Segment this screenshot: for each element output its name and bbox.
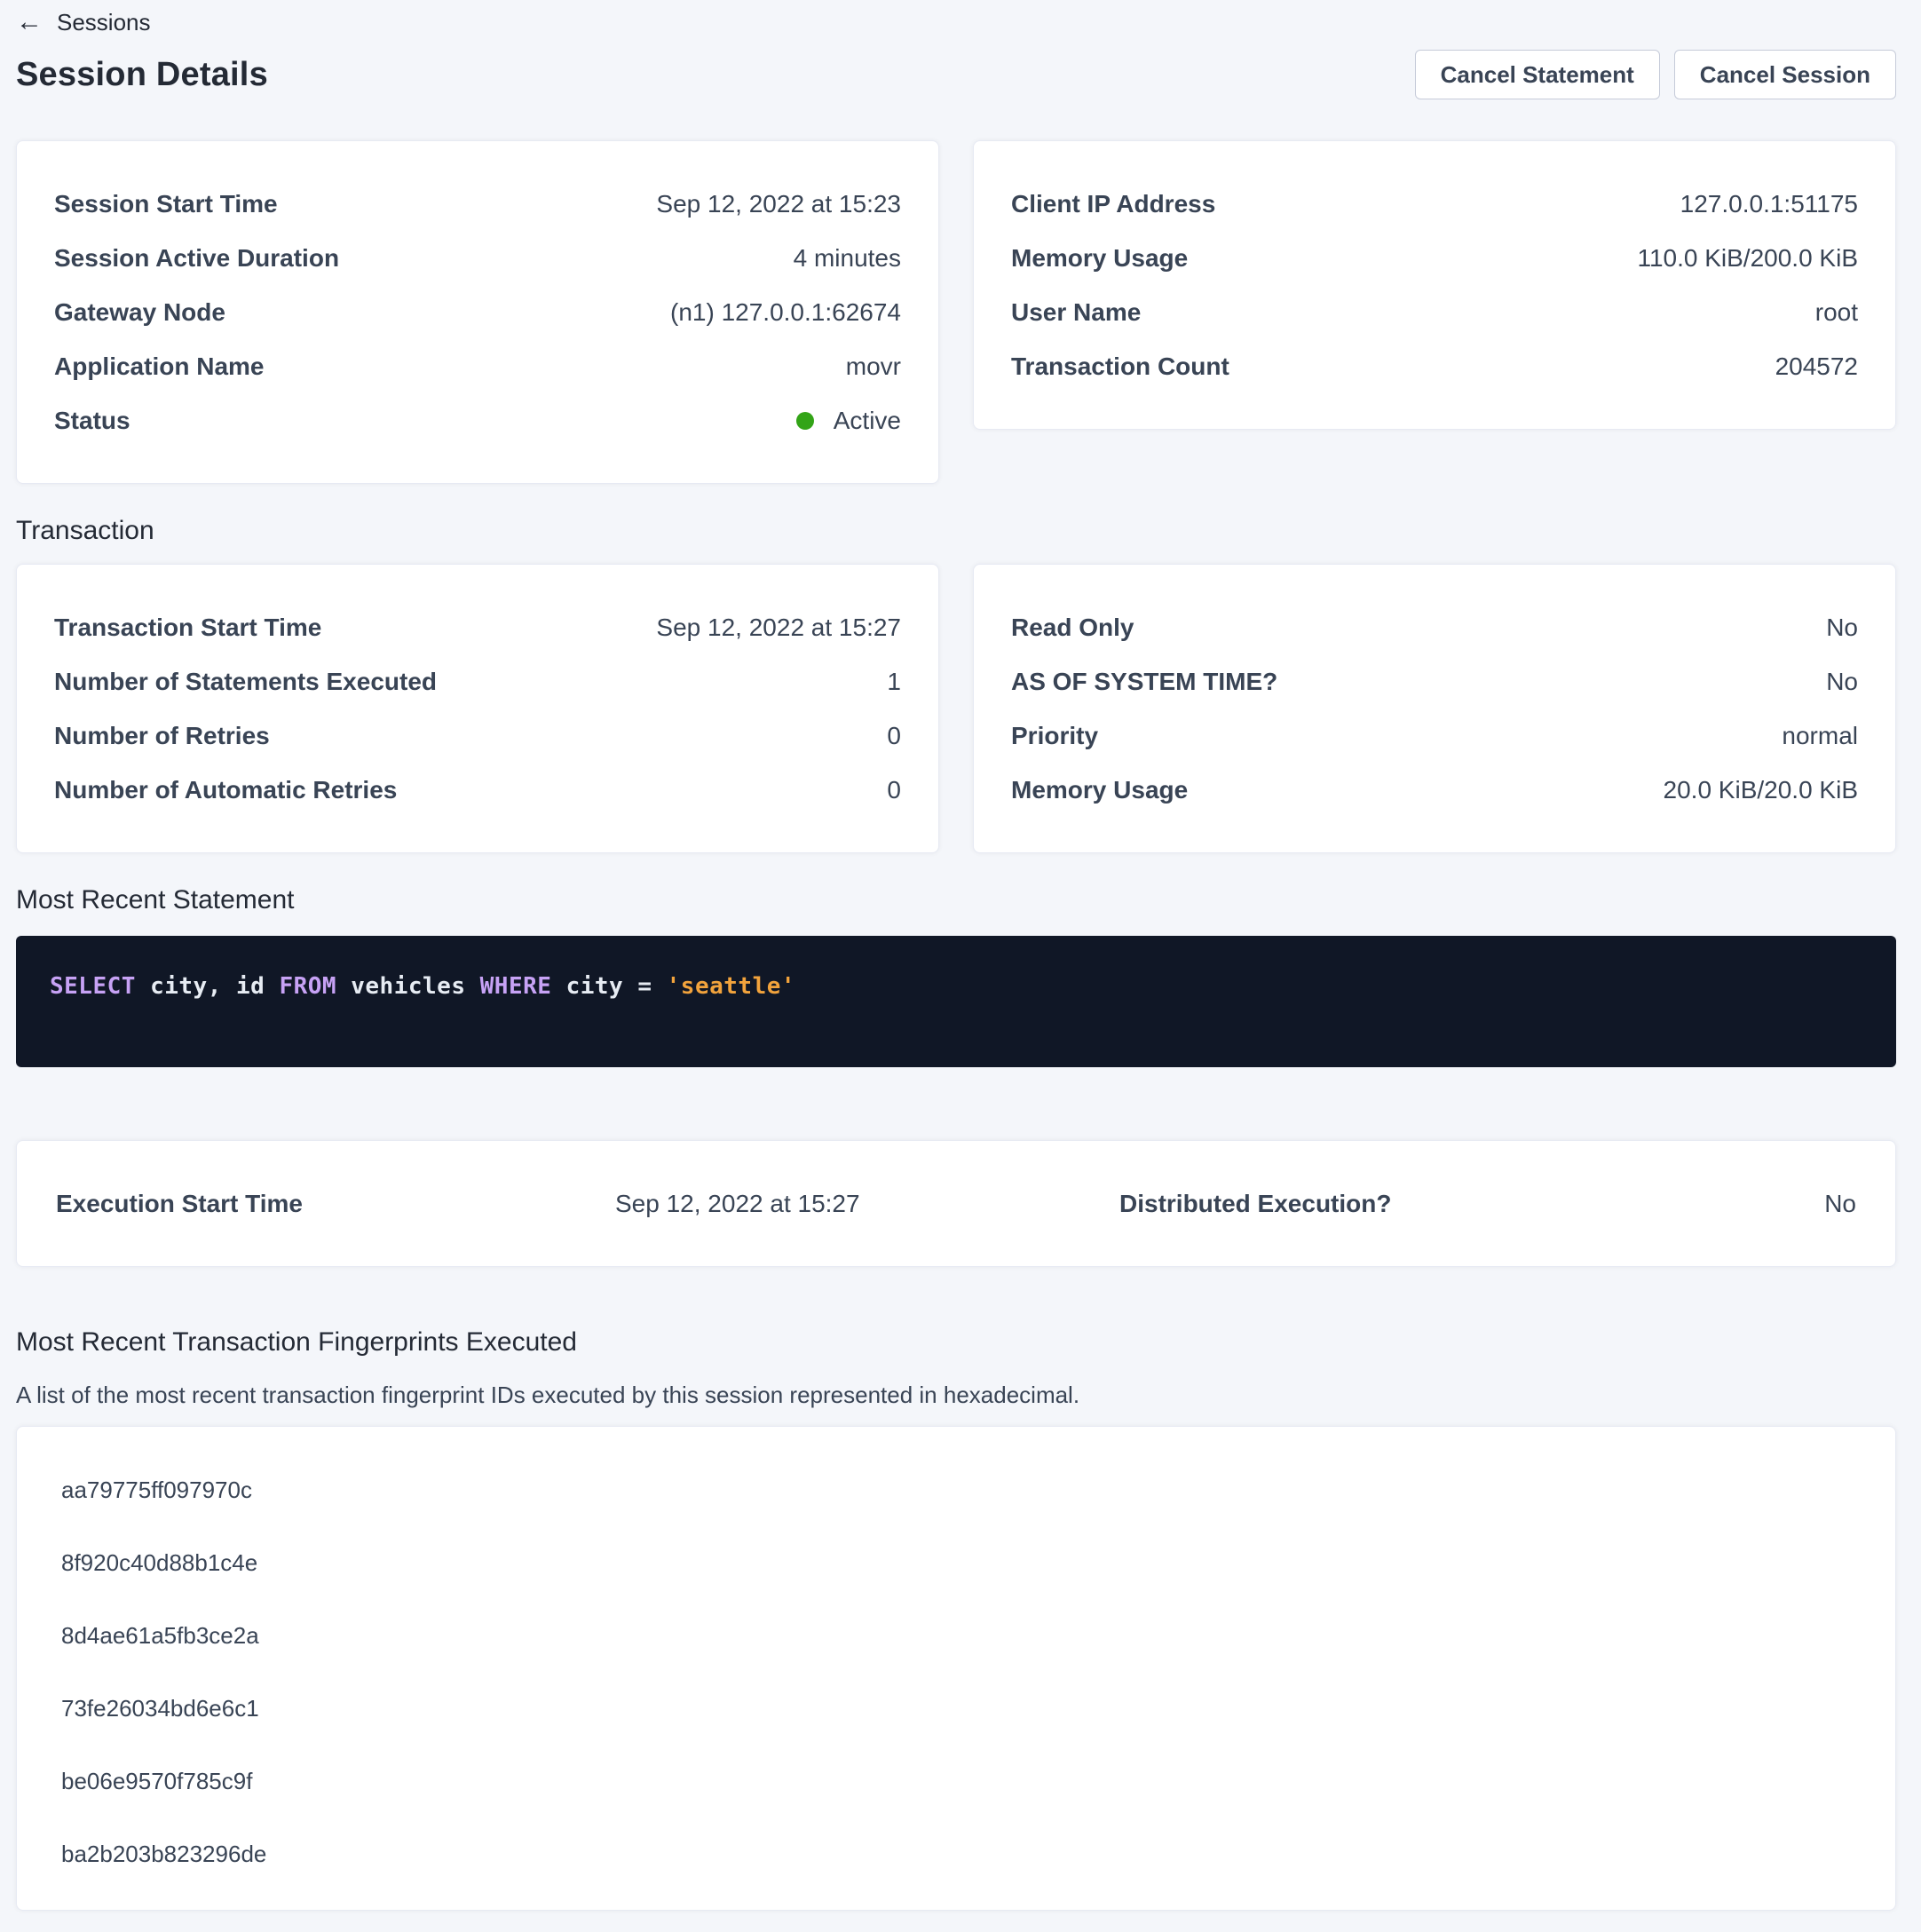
- kv-label: Session Start Time: [54, 190, 278, 218]
- execution-details-card: Execution Start Time Sep 12, 2022 at 15:…: [16, 1140, 1896, 1267]
- kv-row-session-active-duration: Session Active Duration 4 minutes: [54, 231, 901, 285]
- statement-section-heading: Most Recent Statement: [16, 883, 1896, 917]
- transaction-card-right: Read Only No AS OF SYSTEM TIME? No Prior…: [973, 564, 1896, 853]
- fingerprint-list-item: 73fe26034bd6e6c1: [61, 1672, 1856, 1745]
- kv-row-gateway-node: Gateway Node (n1) 127.0.0.1:62674: [54, 285, 901, 339]
- kv-label: Session Active Duration: [54, 244, 339, 273]
- kv-row-status: Status Active: [54, 393, 901, 447]
- kv-row-user-name: User Name root: [1011, 285, 1858, 339]
- kv-value: 0: [887, 776, 901, 804]
- kv-row-transaction-start-time: Transaction Start Time Sep 12, 2022 at 1…: [54, 600, 901, 654]
- fingerprint-list-item: aa79775ff097970c: [61, 1453, 1856, 1526]
- kv-value: 20.0 KiB/20.0 KiB: [1664, 776, 1858, 804]
- fingerprint-list-item: ba2b203b823296de: [61, 1817, 1856, 1890]
- sql-plain: city =: [551, 973, 666, 1000]
- kv-label: Application Name: [54, 352, 264, 381]
- top-nav: ← Sessions: [16, 0, 1896, 36]
- kv-value: 0: [887, 722, 901, 750]
- kv-row-client-ip: Client IP Address 127.0.0.1:51175: [1011, 177, 1858, 231]
- status-value: Active: [834, 407, 901, 435]
- session-summary-card-right: Client IP Address 127.0.0.1:51175 Memory…: [973, 140, 1896, 430]
- kv-label: Transaction Count: [1011, 352, 1229, 381]
- status-active-dot-icon: [796, 412, 814, 430]
- kv-label: AS OF SYSTEM TIME?: [1011, 668, 1277, 696]
- kv-label: Number of Automatic Retries: [54, 776, 397, 804]
- kv-label: Status: [54, 407, 130, 435]
- fingerprint-list-item: 8d4ae61a5fb3ce2a: [61, 1599, 1856, 1672]
- session-summary-row: Session Start Time Sep 12, 2022 at 15:23…: [16, 140, 1896, 484]
- distributed-execution-value: No: [1824, 1190, 1856, 1218]
- kv-row-retries: Number of Retries 0: [54, 709, 901, 763]
- sql-keyword: SELECT: [50, 973, 136, 1000]
- kv-row-session-start-time: Session Start Time Sep 12, 2022 at 15:23: [54, 177, 901, 231]
- kv-value: 127.0.0.1:51175: [1680, 190, 1858, 218]
- kv-label: Number of Statements Executed: [54, 668, 437, 696]
- status-badge: Active: [796, 407, 901, 435]
- kv-label: Client IP Address: [1011, 190, 1215, 218]
- sql-statement-box: SELECT city, id FROM vehicles WHERE city…: [16, 936, 1896, 1067]
- execution-start-time-label: Execution Start Time: [56, 1190, 615, 1218]
- sql-keyword: WHERE: [480, 973, 552, 1000]
- session-summary-card-left: Session Start Time Sep 12, 2022 at 15:23…: [16, 140, 939, 484]
- fingerprints-section-description: A list of the most recent transaction fi…: [16, 1381, 1896, 1409]
- kv-label: Number of Retries: [54, 722, 270, 750]
- kv-label: Gateway Node: [54, 298, 225, 327]
- page-title: Session Details: [16, 56, 268, 94]
- kv-label: Priority: [1011, 722, 1098, 750]
- kv-value: 204572: [1775, 352, 1858, 381]
- kv-value: Sep 12, 2022 at 15:23: [656, 190, 901, 218]
- transaction-card-left: Transaction Start Time Sep 12, 2022 at 1…: [16, 564, 939, 853]
- kv-row-memory-usage: Memory Usage 110.0 KiB/200.0 KiB: [1011, 231, 1858, 285]
- kv-value: No: [1826, 668, 1858, 696]
- kv-value: Sep 12, 2022 at 15:27: [656, 614, 901, 642]
- fingerprints-section-heading: Most Recent Transaction Fingerprints Exe…: [16, 1326, 1896, 1359]
- kv-value: 110.0 KiB/200.0 KiB: [1637, 244, 1858, 273]
- kv-value: root: [1815, 298, 1858, 327]
- kv-row-automatic-retries: Number of Automatic Retries 0: [54, 763, 901, 817]
- kv-row-txn-memory-usage: Memory Usage 20.0 KiB/20.0 KiB: [1011, 763, 1858, 817]
- sql-string-literal: 'seattle': [667, 973, 795, 1000]
- kv-label: User Name: [1011, 298, 1141, 327]
- kv-label: Memory Usage: [1011, 244, 1188, 273]
- kv-row-application-name: Application Name movr: [54, 339, 901, 393]
- fingerprint-list-item: 8f920c40d88b1c4e: [61, 1526, 1856, 1599]
- transaction-row: Transaction Start Time Sep 12, 2022 at 1…: [16, 564, 1896, 853]
- sql-plain: city, id: [136, 973, 280, 1000]
- back-to-sessions-link[interactable]: ← Sessions: [16, 9, 151, 36]
- back-arrow-icon: ←: [16, 9, 43, 36]
- sql-statement-text: SELECT city, id FROM vehicles WHERE city…: [50, 973, 1862, 1000]
- fingerprint-list-item: be06e9570f785c9f: [61, 1745, 1856, 1817]
- kv-label: Read Only: [1011, 614, 1134, 642]
- execution-start-time-value: Sep 12, 2022 at 15:27: [615, 1190, 1119, 1218]
- back-link-label: Sessions: [57, 9, 151, 36]
- session-details-page: ← Sessions Session Details Cancel Statem…: [0, 0, 1921, 1911]
- gateway-node-link[interactable]: (n1) 127.0.0.1:62674: [670, 298, 901, 327]
- fingerprints-card: aa79775ff097970c 8f920c40d88b1c4e 8d4ae6…: [16, 1426, 1896, 1911]
- header-buttons: Cancel Statement Cancel Session: [1415, 50, 1896, 99]
- cancel-session-button[interactable]: Cancel Session: [1674, 50, 1896, 99]
- kv-label: Memory Usage: [1011, 776, 1188, 804]
- kv-row-statements-executed: Number of Statements Executed 1: [54, 654, 901, 709]
- kv-value: normal: [1782, 722, 1858, 750]
- kv-label: Transaction Start Time: [54, 614, 321, 642]
- sql-plain: vehicles: [336, 973, 480, 1000]
- kv-row-priority: Priority normal: [1011, 709, 1858, 763]
- title-row: Session Details Cancel Statement Cancel …: [16, 43, 1896, 107]
- kv-value: 1: [887, 668, 901, 696]
- kv-value: movr: [846, 352, 901, 381]
- kv-row-read-only: Read Only No: [1011, 600, 1858, 654]
- kv-row-transaction-count: Transaction Count 204572: [1011, 339, 1858, 393]
- kv-row-as-of-system-time: AS OF SYSTEM TIME? No: [1011, 654, 1858, 709]
- kv-value: 4 minutes: [794, 244, 901, 273]
- sql-keyword: FROM: [279, 973, 336, 1000]
- cancel-statement-button[interactable]: Cancel Statement: [1415, 50, 1660, 99]
- transaction-section-heading: Transaction: [16, 514, 1896, 548]
- kv-value: No: [1826, 614, 1858, 642]
- distributed-execution-label: Distributed Execution?: [1119, 1190, 1824, 1218]
